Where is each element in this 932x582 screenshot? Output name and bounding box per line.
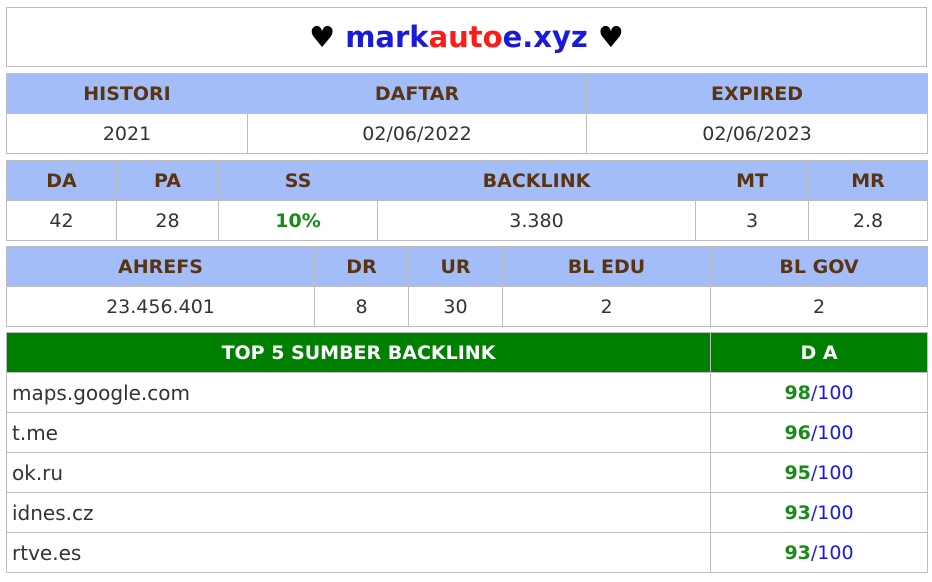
da-max: 100 [817,501,854,524]
value-mr: 2.8 [808,200,928,241]
backlink-da: 93/100 [710,532,928,573]
value-bl-edu: 2 [502,286,711,327]
table-row: t.me 96/100 [6,412,928,453]
moz-header-row: DA PA SS BACKLINK MT MR [6,160,928,201]
title-part-mark: mark [345,20,429,54]
header-expired: EXPIRED [586,73,928,114]
header-bl-edu: BL EDU [502,246,711,287]
header-dr: DR [314,246,409,287]
header-mt: MT [695,160,809,201]
backlink-da: 95/100 [710,452,928,493]
value-mt: 3 [695,200,809,241]
ahrefs-metrics-table: AHREFS DR UR BL EDU BL GOV 23.456.401 8 … [6,246,928,327]
domain-dates-table: HISTORI DAFTAR EXPIRED 2021 02/06/2022 0… [6,73,928,154]
title-part-auto: auto [428,20,503,54]
dates-value-row: 2021 02/06/2022 02/06/2023 [6,113,928,154]
title-part-tld: e.xyz [502,20,588,54]
header-da: DA [6,160,117,201]
site-title: ♥ markautoe.xyz ♥ [6,7,927,67]
top-backlinks-header-row: TOP 5 SUMBER BACKLINK D A [6,332,928,373]
table-row: rtve.es 93/100 [6,532,928,573]
ahrefs-value-row: 23.456.401 8 30 2 2 [6,286,928,327]
dates-header-row: HISTORI DAFTAR EXPIRED [6,73,928,114]
value-dr: 8 [314,286,409,327]
da-max: 100 [817,461,854,484]
value-pa: 28 [116,200,219,241]
value-expired: 02/06/2023 [586,113,928,154]
backlink-domain: maps.google.com [6,372,711,413]
header-ur: UR [408,246,503,287]
da-max: 100 [817,381,854,404]
value-histori: 2021 [6,113,248,154]
value-bl-gov: 2 [710,286,928,327]
moz-metrics-table: DA PA SS BACKLINK MT MR 42 28 10% 3.380 … [6,160,928,241]
header-ss: SS [218,160,378,201]
value-da: 42 [6,200,117,241]
table-row: idnes.cz 93/100 [6,492,928,533]
header-backlink: BACKLINK [377,160,696,201]
da-score: 98 [784,381,811,404]
header-mr: MR [808,160,928,201]
backlink-da: 96/100 [710,412,928,453]
backlink-da: 93/100 [710,492,928,533]
value-ahrefs: 23.456.401 [6,286,315,327]
da-max: 100 [817,421,854,444]
backlink-da: 98/100 [710,372,928,413]
value-ur: 30 [408,286,503,327]
header-top-sources: TOP 5 SUMBER BACKLINK [6,332,711,373]
backlink-domain: rtve.es [6,532,711,573]
da-score: 95 [784,461,811,484]
value-backlink: 3.380 [377,200,696,241]
ahrefs-header-row: AHREFS DR UR BL EDU BL GOV [6,246,928,287]
table-row: ok.ru 95/100 [6,452,928,493]
da-max: 100 [817,541,854,564]
header-top-da: D A [710,332,928,373]
da-score: 93 [784,501,811,524]
header-daftar: DAFTAR [247,73,587,114]
table-row: maps.google.com 98/100 [6,372,928,413]
header-bl-gov: BL GOV [710,246,928,287]
backlink-domain: t.me [6,412,711,453]
da-score: 93 [784,541,811,564]
backlink-domain: idnes.cz [6,492,711,533]
header-pa: PA [116,160,219,201]
value-daftar: 02/06/2022 [247,113,587,154]
top-backlinks-table: TOP 5 SUMBER BACKLINK D A maps.google.co… [6,332,928,573]
value-ss: 10% [218,200,378,241]
moz-value-row: 42 28 10% 3.380 3 2.8 [6,200,928,241]
header-histori: HISTORI [6,73,248,114]
heart-right-icon: ♥ [597,20,624,54]
da-score: 96 [784,421,811,444]
header-ahrefs: AHREFS [6,246,315,287]
backlink-domain: ok.ru [6,452,711,493]
heart-left-icon: ♥ [309,20,336,54]
